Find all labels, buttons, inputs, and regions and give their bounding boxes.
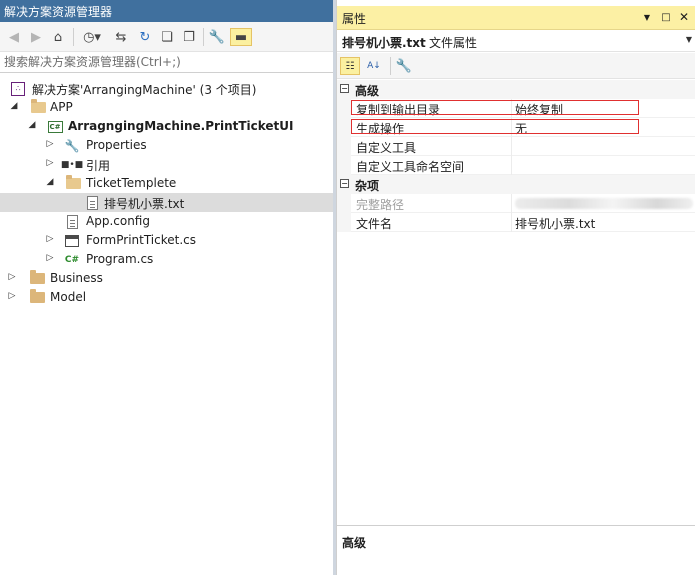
property-name: 自定义工具 bbox=[356, 141, 417, 155]
blurred-value bbox=[515, 198, 693, 209]
tree-item-app[interactable]: ◢ APP bbox=[0, 98, 333, 117]
csharp-project-icon: C# bbox=[47, 120, 63, 133]
property-pages-icon[interactable]: 🔧 bbox=[394, 57, 414, 75]
collapse-all-icon[interactable]: ❏ bbox=[158, 28, 176, 46]
close-icon[interactable]: ✕ bbox=[678, 10, 690, 24]
collapse-toggle-icon[interactable]: − bbox=[340, 179, 349, 188]
collapse-arrow-icon[interactable]: ▷ bbox=[45, 234, 55, 246]
tree-item-label: 解决方案'ArrangingMachine' (3 个项目) bbox=[32, 83, 257, 97]
text-file-icon bbox=[84, 195, 100, 210]
description-title: 高级 bbox=[342, 536, 367, 550]
property-row-full-path[interactable]: 完整路径 bbox=[337, 194, 695, 213]
form-icon bbox=[64, 233, 80, 248]
properties-toolbar: ☷ A↓ 🔧 bbox=[337, 53, 695, 79]
solution-explorer-title: 解决方案资源管理器 bbox=[0, 0, 335, 22]
references-icon: ■•■ bbox=[60, 159, 84, 170]
property-row-file-name[interactable]: 文件名 排号机小票.txt bbox=[337, 213, 695, 232]
property-value[interactable]: 排号机小票.txt bbox=[515, 215, 595, 232]
tree-item-label: TicketTemplete bbox=[86, 176, 177, 190]
property-row-custom-tool-namespace[interactable]: 自定义工具命名空间 bbox=[337, 156, 695, 175]
chevron-down-icon[interactable]: ▼ bbox=[686, 35, 692, 44]
sync-icon[interactable]: ⇆ bbox=[112, 28, 130, 46]
folder-icon bbox=[29, 289, 45, 305]
object-selector[interactable]: 排号机小票.txt 文件属性 ▼ bbox=[337, 30, 695, 52]
collapse-arrow-icon[interactable]: ▷ bbox=[45, 253, 55, 265]
tree-item-label: Program.cs bbox=[86, 252, 154, 266]
tree-item-label: 引用 bbox=[86, 159, 111, 173]
folder-open-icon bbox=[30, 99, 46, 115]
config-file-icon bbox=[64, 214, 80, 229]
tree-item-business[interactable]: ▷ Business bbox=[0, 269, 333, 288]
wrench-icon[interactable]: 🔧 bbox=[208, 28, 226, 46]
tree-item-label: Business bbox=[50, 271, 103, 285]
wrench-icon: 🔧 bbox=[64, 138, 80, 153]
highlight-box bbox=[351, 100, 639, 115]
toolbar-separator bbox=[203, 28, 204, 46]
properties-panel: 属性 ▼ □ ✕ 排号机小票.txt 文件属性 ▼ ☷ A↓ 🔧 − 高级 复制… bbox=[336, 0, 695, 575]
category-label: 杂项 bbox=[355, 179, 380, 193]
maximize-icon[interactable]: □ bbox=[660, 11, 672, 23]
collapse-arrow-icon[interactable]: ▷ bbox=[45, 139, 55, 151]
property-name: 完整路径 bbox=[356, 198, 405, 212]
tree-item-model[interactable]: ▷ Model bbox=[0, 288, 333, 307]
tree-item-solution[interactable]: ∴ 解决方案'ArrangingMachine' (3 个项目) bbox=[0, 79, 333, 98]
highlight-box bbox=[351, 119, 639, 134]
csharp-file-icon: C# bbox=[64, 254, 80, 265]
collapse-arrow-icon[interactable]: ▷ bbox=[7, 272, 17, 284]
tree-item-label: ArragngingMachine.PrintTicketUI bbox=[68, 119, 294, 133]
tree-item-txt-file[interactable]: 排号机小票.txt bbox=[0, 193, 333, 212]
expand-arrow-icon[interactable]: ◢ bbox=[27, 120, 37, 132]
tree-item-properties[interactable]: ▷ 🔧 Properties bbox=[0, 136, 333, 155]
alphabetical-icon[interactable]: A↓ bbox=[364, 57, 384, 75]
folder-open-icon bbox=[65, 175, 81, 191]
property-row-build-action[interactable]: 生成操作 无 bbox=[337, 118, 695, 137]
tree-item-label: FormPrintTicket.cs bbox=[86, 233, 196, 247]
property-row-copy-to-output[interactable]: 复制到输出目录 始终复制 bbox=[337, 99, 695, 118]
tree-item-label: App.config bbox=[86, 214, 150, 228]
category-label: 高级 bbox=[355, 84, 380, 98]
toolbar-separator bbox=[390, 57, 391, 75]
tree-item-tickettemplete[interactable]: ◢ TicketTemplete bbox=[0, 174, 333, 193]
tree-item-label: Properties bbox=[86, 138, 147, 152]
object-name: 排号机小票.txt bbox=[342, 36, 426, 50]
description-pane: 高级 bbox=[337, 525, 695, 575]
tree-item-program[interactable]: ▷ C# Program.cs bbox=[0, 250, 333, 269]
search-box[interactable] bbox=[0, 52, 335, 73]
categorized-icon[interactable]: ☷ bbox=[340, 57, 360, 75]
property-name: 文件名 bbox=[356, 217, 393, 231]
properties-title: 属性 bbox=[342, 12, 367, 26]
property-name: 自定义工具命名空间 bbox=[356, 160, 465, 174]
category-advanced[interactable]: − 高级 bbox=[337, 80, 695, 99]
solution-icon: ∴ bbox=[10, 81, 26, 96]
search-input[interactable] bbox=[0, 52, 310, 72]
tree-item-label: Model bbox=[50, 290, 87, 304]
home-icon[interactable]: ⌂ bbox=[49, 28, 67, 46]
category-misc[interactable]: − 杂项 bbox=[337, 175, 695, 194]
back-icon[interactable]: ◀ bbox=[6, 28, 22, 46]
collapse-arrow-icon[interactable]: ▷ bbox=[45, 158, 55, 170]
refresh-icon[interactable]: ↻ bbox=[136, 28, 154, 46]
expand-arrow-icon[interactable]: ◢ bbox=[9, 101, 19, 113]
history-icon[interactable]: ◷▾ bbox=[80, 28, 104, 46]
tree-item-project[interactable]: ◢ C# ArragngingMachine.PrintTicketUI bbox=[0, 117, 333, 136]
show-all-files-icon[interactable]: ❐ bbox=[180, 28, 198, 46]
forward-icon[interactable]: ▶ bbox=[28, 28, 44, 46]
solution-explorer-toolbar: ◀ ▶ ⌂ ◷▾ ⇆ ↻ ❏ ❐ 🔧 ▬ bbox=[0, 22, 335, 52]
property-row-custom-tool[interactable]: 自定义工具 bbox=[337, 137, 695, 156]
toolbar-separator bbox=[73, 28, 74, 46]
properties-title-bar: 属性 ▼ □ ✕ bbox=[337, 6, 695, 30]
dropdown-icon[interactable]: ▼ bbox=[641, 11, 653, 23]
tree-item-label: APP bbox=[50, 100, 73, 114]
tree-item-app-config[interactable]: App.config bbox=[0, 212, 333, 231]
collapse-arrow-icon[interactable]: ▷ bbox=[7, 291, 17, 303]
folder-icon bbox=[29, 270, 45, 286]
object-type: 文件属性 bbox=[429, 36, 478, 50]
pin-icon[interactable]: ▬ bbox=[230, 28, 252, 46]
collapse-toggle-icon[interactable]: − bbox=[340, 84, 349, 93]
solution-explorer-panel: 解决方案资源管理器 ◀ ▶ ⌂ ◷▾ ⇆ ↻ ❏ ❐ 🔧 ▬ ∴ 解决方案'Ar… bbox=[0, 0, 335, 575]
expand-arrow-icon[interactable]: ◢ bbox=[45, 177, 55, 189]
tree-item-formprintticket[interactable]: ▷ FormPrintTicket.cs bbox=[0, 231, 333, 250]
tree-item-references[interactable]: ▷ ■•■ 引用 bbox=[0, 155, 333, 174]
tree-item-label: 排号机小票.txt bbox=[104, 197, 185, 211]
